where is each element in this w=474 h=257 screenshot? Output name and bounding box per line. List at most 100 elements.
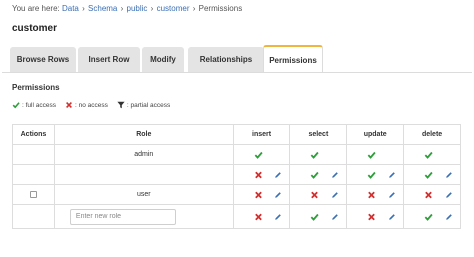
permissions-legend: : full access : no access : partial acce… [12, 101, 179, 109]
breadcrumb-separator: › [150, 4, 154, 13]
cross-icon [254, 213, 262, 220]
pencil-icon[interactable] [274, 191, 282, 199]
table-header-row: Actions Role insert select update delete [12, 124, 461, 145]
check-icon [12, 102, 20, 109]
breadcrumb-link-customer[interactable]: customer [157, 4, 190, 13]
pencil-icon[interactable] [388, 171, 396, 179]
legend-label: : full access [22, 101, 56, 109]
tab-modify[interactable]: Modify [142, 47, 184, 72]
breadcrumb: You are here: Data › Schema › public › c… [12, 4, 242, 13]
breadcrumb-link-schema[interactable]: Schema [88, 4, 117, 13]
permission-cell-content [234, 165, 290, 184]
breadcrumb-current: Permissions [198, 4, 243, 13]
tab-relationships[interactable]: Relationships [188, 47, 264, 72]
pencil-icon[interactable] [388, 213, 396, 221]
pencil-icon[interactable] [445, 213, 453, 221]
permission-cell-content [404, 165, 460, 184]
row-select-checkbox[interactable] [29, 191, 37, 198]
permission-cell-update[interactable] [346, 204, 405, 229]
pencil-icon[interactable] [274, 171, 282, 179]
breadcrumb-link-data[interactable]: Data [62, 4, 79, 13]
check-icon [311, 151, 320, 159]
cross-icon [254, 171, 262, 178]
permissions-heading: Permissions [12, 83, 60, 92]
column-header-insert: insert [232, 124, 291, 145]
permissions-table: Actions Role insert select update delete… [12, 124, 461, 229]
breadcrumb-prefix: You are here: [12, 4, 60, 13]
legend-label: : partial access [126, 101, 171, 109]
role-cell [53, 204, 234, 229]
permission-cell-delete[interactable] [403, 164, 461, 185]
permission-cell-content [347, 205, 403, 228]
column-header-actions: Actions [12, 124, 55, 145]
permission-cell-insert[interactable] [232, 204, 291, 229]
check-icon [311, 171, 320, 179]
permission-cell-content [234, 205, 290, 228]
permission-cell-update[interactable] [346, 184, 405, 205]
role-cell: admin [53, 144, 234, 165]
permission-cell-select[interactable] [289, 164, 348, 185]
permission-cell-content [290, 185, 346, 204]
table-row [12, 204, 461, 229]
new-role-input[interactable] [69, 208, 176, 225]
permission-cell-content [404, 145, 460, 164]
legend-full-access: : full access [12, 101, 56, 109]
pencil-icon[interactable] [274, 213, 282, 221]
column-header-update: update [346, 124, 405, 145]
check-icon [254, 151, 263, 159]
page-title: customer [12, 23, 58, 34]
permission-cell-delete[interactable] [403, 184, 461, 205]
permission-cell-content [234, 145, 290, 164]
column-header-role: Role [53, 124, 234, 145]
cross-icon [425, 191, 432, 198]
tab-insert-row[interactable]: Insert Row [78, 47, 140, 72]
permission-cell-delete [403, 144, 461, 165]
filter-icon [117, 101, 125, 109]
permission-cell-content [290, 205, 346, 228]
permission-cell-select[interactable] [289, 204, 348, 229]
cross-icon [368, 213, 376, 220]
cross-icon [254, 191, 262, 198]
permission-cell-content [347, 165, 403, 184]
pencil-icon[interactable] [445, 171, 453, 179]
breadcrumb-separator: › [82, 4, 85, 13]
permission-cell-select[interactable] [289, 184, 348, 205]
role-cell [53, 164, 234, 185]
actions-cell [12, 164, 55, 185]
pencil-icon[interactable] [331, 191, 339, 199]
pencil-icon[interactable] [331, 171, 339, 179]
tab-browse-rows[interactable]: Browse Rows [10, 47, 76, 72]
permission-cell-content [404, 185, 460, 204]
permission-cell-insert[interactable] [232, 164, 291, 185]
check-icon [424, 171, 433, 179]
pencil-icon[interactable] [331, 213, 339, 221]
permission-cell-insert [232, 144, 291, 165]
permission-cell-content [347, 145, 403, 164]
breadcrumb-link-public[interactable]: public [127, 4, 148, 13]
permission-cell-content [234, 185, 290, 204]
table-row: admin [12, 144, 461, 165]
cross-icon [66, 102, 72, 108]
permission-cell-content [404, 205, 460, 228]
table-row: user [12, 184, 461, 205]
permission-cell-update[interactable] [346, 164, 405, 185]
permission-cell-select [289, 144, 348, 165]
pencil-icon[interactable] [388, 191, 396, 199]
cross-icon [368, 191, 376, 198]
tab-permissions[interactable]: Permissions [263, 45, 323, 73]
check-icon [367, 171, 376, 179]
breadcrumb-separator: › [120, 4, 124, 13]
check-icon [424, 151, 433, 159]
permission-cell-insert[interactable] [232, 184, 291, 205]
legend-no-access: : no access [65, 101, 108, 109]
pencil-icon[interactable] [445, 191, 453, 199]
table-row [12, 164, 461, 185]
check-icon [424, 213, 433, 221]
actions-cell [12, 204, 55, 229]
column-header-select: select [289, 124, 348, 145]
legend-partial-access: : partial access [117, 101, 170, 109]
permission-cell-delete[interactable] [403, 204, 461, 229]
actions-cell [12, 144, 55, 165]
breadcrumb-separator: › [192, 4, 196, 13]
cross-icon [311, 191, 319, 198]
